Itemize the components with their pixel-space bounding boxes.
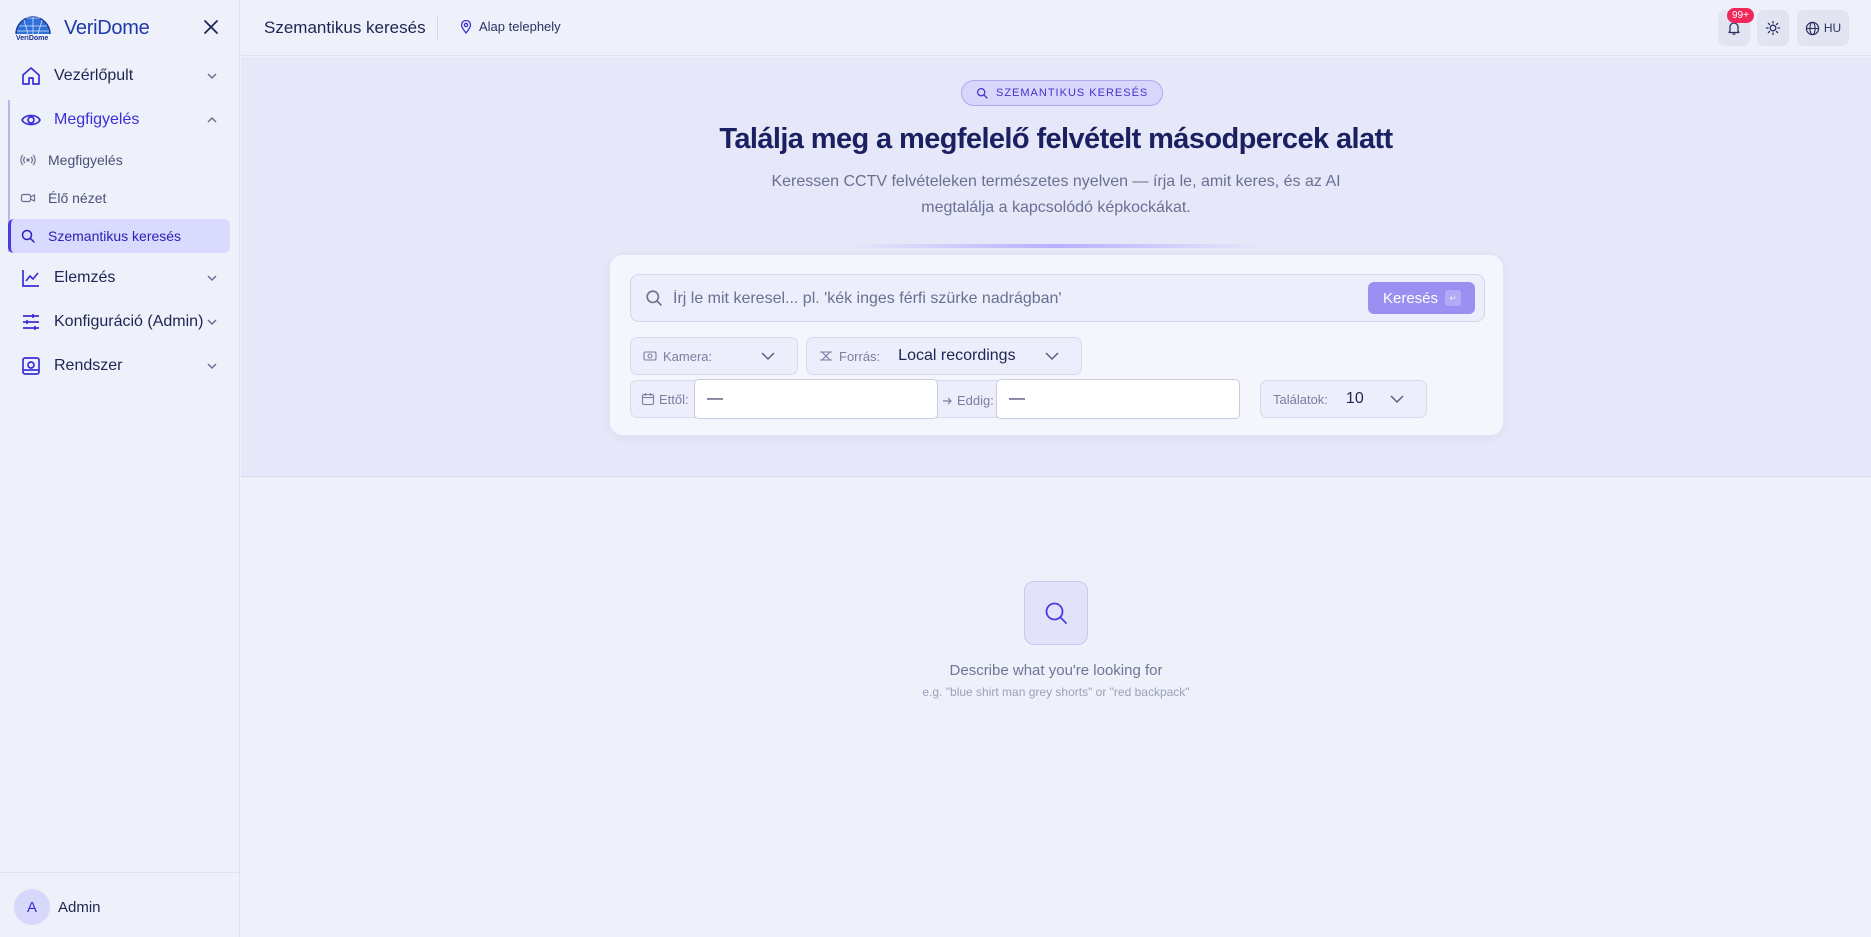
chevron-down-icon <box>206 272 218 284</box>
date-range-filter: Ettől: — Eddig: — <box>630 379 1240 419</box>
language-label: HU <box>1823 21 1842 35</box>
language-button[interactable]: HU <box>1797 10 1849 46</box>
chevron-down-icon <box>1045 351 1059 361</box>
avatar[interactable]: A <box>14 889 50 925</box>
brand-name: VeriDome <box>64 16 150 39</box>
results-limit-label: Találatok: <box>1273 391 1328 407</box>
search-box[interactable]: Keresés ↵ <box>630 274 1485 322</box>
camera-filter-label: Kamera: <box>663 348 713 364</box>
user-bar[interactable]: A Admin <box>0 872 240 937</box>
sidebar-item-label: Vezérlőpult <box>54 67 134 84</box>
sidebar-item-configuration[interactable]: Konfiguráció (Admin) <box>8 303 230 341</box>
user-name: Admin <box>58 899 101 916</box>
camera-icon <box>643 349 657 363</box>
sidebar: VeriDome VeriDome Vezérlőpult Megfigyelé… <box>0 0 240 937</box>
to-date-input[interactable]: — <box>996 379 1240 419</box>
topbar: Szemantikus keresés Alap telephely 99+ H… <box>241 0 1871 56</box>
sidebar-item-system[interactable]: Rendszer <box>8 347 230 385</box>
sidebar-subitem-label: Szemantikus keresés <box>48 228 182 244</box>
site-label: Alap telephely <box>479 19 561 34</box>
search-card: Keresés ↵ Kamera: Forrás: Local recordin… <box>609 254 1504 436</box>
sidebar-item-label: Elemzés <box>54 269 116 286</box>
search-input[interactable] <box>673 285 1353 313</box>
sidebar-item-analytics[interactable]: Elemzés <box>8 259 230 297</box>
sidebar-item-label: Konfiguráció (Admin) <box>54 313 204 330</box>
to-label: Eddig: <box>957 393 994 408</box>
sun-icon <box>1765 20 1781 36</box>
chart-line-icon <box>20 267 42 289</box>
hero-section: SZEMANTIKUS KERESÉS Találja meg a megfel… <box>241 57 1871 477</box>
sidebar-item-monitoring[interactable]: Megfigyelés <box>8 101 230 139</box>
decorative-glow <box>851 244 1261 248</box>
source-filter-value: Local recordings <box>898 347 1016 364</box>
notification-count-badge: 99+ <box>1727 8 1754 23</box>
map-pin-icon <box>459 19 473 34</box>
search-button[interactable]: Keresés ↵ <box>1368 282 1475 314</box>
arrow-right-icon <box>941 395 953 407</box>
globe-icon <box>1805 21 1820 36</box>
camera-filter[interactable]: Kamera: <box>630 337 798 375</box>
divider <box>437 16 438 40</box>
from-date-input[interactable]: — <box>694 379 938 419</box>
chevron-down-icon <box>206 316 218 328</box>
brand[interactable]: VeriDome VeriDome <box>14 12 150 44</box>
chevron-down-icon <box>761 351 775 361</box>
source-icon <box>819 349 833 363</box>
sidebar-subitem-semantic-search[interactable]: Szemantikus keresés <box>8 219 230 253</box>
search-icon <box>976 87 988 99</box>
chevron-up-icon <box>206 114 218 126</box>
eye-icon <box>20 109 42 131</box>
logo-text: VeriDome <box>16 35 49 42</box>
sidebar-item-dashboard[interactable]: Vezérlőpult <box>8 57 230 95</box>
to-label-group: Eddig: <box>941 393 994 408</box>
sidebar-subitem-label: Élő nézet <box>48 190 107 206</box>
sidebar-item-label: Megfigyelés <box>54 111 140 128</box>
sidebar-subitem-monitoring[interactable]: Megfigyelés <box>10 143 230 177</box>
sidebar-item-label: Rendszer <box>54 357 123 374</box>
hero-title: Találja meg a megfelelő felvételt másodp… <box>719 123 1393 155</box>
chevron-down-icon <box>1390 394 1404 404</box>
theme-toggle-button[interactable] <box>1757 10 1789 46</box>
veridome-logo: VeriDome <box>14 12 52 44</box>
site-selector[interactable]: Alap telephely <box>459 19 561 34</box>
system-icon <box>20 355 42 377</box>
empty-state-title: Describe what you're looking for <box>949 662 1163 679</box>
search-button-label: Keresés <box>1383 289 1439 307</box>
home-icon <box>20 65 42 87</box>
sidebar-subitem-live-view[interactable]: Élő nézet <box>10 181 230 215</box>
section-pill: SZEMANTIKUS KERESÉS <box>961 80 1164 106</box>
hero-subtitle: Keressen CCTV felvételeken természetes n… <box>771 173 1341 216</box>
section-pill-label: SZEMANTIKUS KERESÉS <box>996 87 1149 99</box>
source-filter-label: Forrás: <box>839 348 881 364</box>
video-camera-icon <box>20 190 36 206</box>
results-limit-filter[interactable]: Találatok: 10 <box>1260 380 1427 418</box>
enter-key-hint: ↵ <box>1445 290 1461 306</box>
sliders-icon <box>20 311 42 333</box>
sidebar-subitem-label: Megfigyelés <box>48 152 123 168</box>
calendar-icon <box>641 392 655 406</box>
from-label: Ettől: <box>659 391 689 407</box>
close-sidebar-icon[interactable] <box>200 16 222 38</box>
empty-state-hint: e.g. "blue shirt man grey shorts" or "re… <box>922 685 1190 699</box>
page-title: Szemantikus keresés <box>264 18 426 37</box>
results-limit-value: 10 <box>1345 390 1364 407</box>
empty-state-search-icon <box>1024 581 1088 645</box>
chevron-down-icon <box>206 70 218 82</box>
search-icon <box>20 228 36 244</box>
search-icon <box>645 289 663 307</box>
chevron-down-icon <box>206 360 218 372</box>
source-filter[interactable]: Forrás: Local recordings <box>806 337 1082 375</box>
broadcast-icon <box>20 152 36 168</box>
